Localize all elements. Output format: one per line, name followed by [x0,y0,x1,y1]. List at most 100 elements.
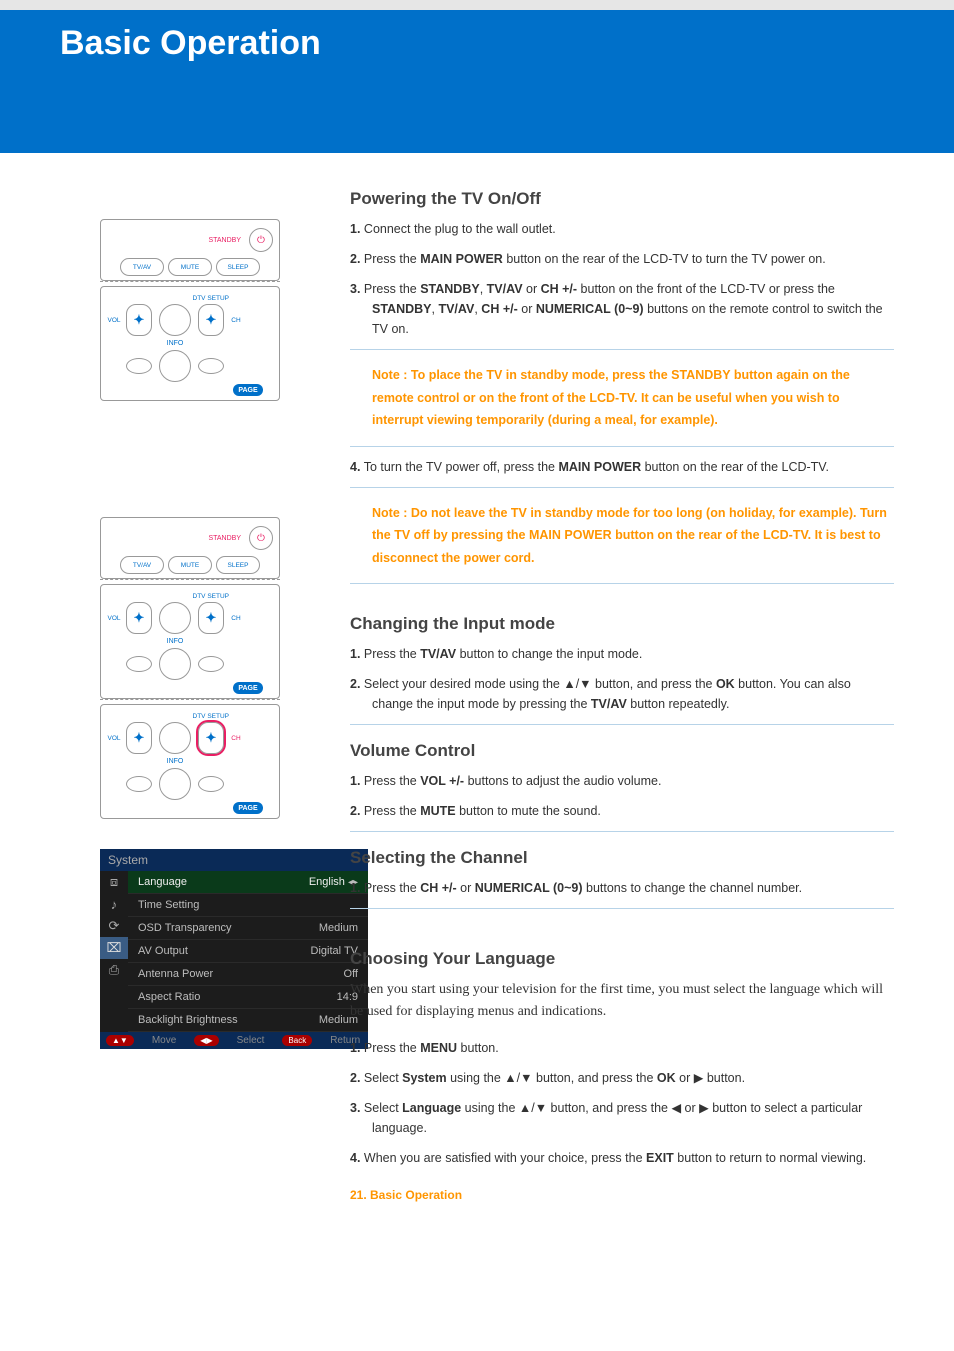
section-title-language: Choosing Your Language [350,949,894,969]
page-pill: PAGE [233,802,263,814]
dtv-setup-label: DTV SETUP [107,295,229,302]
power-icon: ⏻ [249,526,273,550]
divider [350,583,894,584]
volume-step-1: 1. Press the VOL +/- buttons to adjust t… [350,771,894,791]
sound-icon: ♪ [100,893,128,915]
power-note-1: Note : To place the TV in standby mode, … [350,356,894,440]
ch-label: CH [231,615,240,622]
osd-row: LanguageEnglish ◂▸ [128,871,368,894]
vol-label: VOL [107,615,120,622]
standby-label: STANDBY [107,535,245,542]
dpad-up [159,602,191,634]
section-title-volume: Volume Control [350,741,894,761]
dpad-down [159,768,191,800]
osd-row-label: Time Setting [138,899,199,911]
ch-label: CH [231,317,240,324]
right-column: Powering the TV On/Off 1. Connect the pl… [350,173,894,1232]
vol-rocker: ✦ [126,722,152,754]
osd-row-label: AV Output [138,945,188,957]
setup-icon: ⟳ [100,915,128,937]
section-title-channel: Selecting the Channel [350,848,894,868]
divider [350,446,894,447]
info-label: INFO [167,340,184,347]
ch-label: CH [231,735,240,742]
document-page: Basic Operation STANDBY ⏻ TV/AV MUTE SLE… [0,0,954,1262]
osd-row: Antenna PowerOff [128,963,368,986]
page-footer: 21. Basic Operation [350,1178,894,1232]
standby-label: STANDBY [107,237,245,244]
dash-separator [100,579,280,580]
osd-row: Backlight BrightnessMedium [128,1009,368,1032]
oval-right [198,656,224,672]
dtv-setup-label: DTV SETUP [107,713,229,720]
osd-row-label: Aspect Ratio [138,991,200,1003]
tvav-button: TV/AV [120,556,164,574]
osd-row-label: Antenna Power [138,968,213,980]
system-icon: ⌧ [100,937,128,959]
volume-step-2: 2. Press the MUTE button to mute the sou… [350,801,894,821]
vol-rocker: ✦ [126,602,152,634]
divider [350,487,894,488]
osd-row: Aspect Ratio14:9 [128,986,368,1009]
ch-rocker: ✦ [198,602,224,634]
ch-rocker: ✦ [198,304,224,336]
mute-button: MUTE [168,556,212,574]
power-step-4: 4. To turn the TV power off, press the M… [350,457,894,477]
osd-row-label: Language [138,876,187,888]
section-title-power: Powering the TV On/Off [350,189,894,209]
vol-label: VOL [107,735,120,742]
osd-system-menu: System ⧈ ♪ ⟳ ⌧ ⎙ LanguageEnglish ◂▸Time … [100,849,368,1049]
oval-left [126,358,152,374]
language-intro: When you start using your television for… [350,979,894,1024]
input-step-2: 2. Select your desired mode using the ▲/… [350,674,894,714]
oval-right [198,358,224,374]
power-step-3: 3. Press the STANDBY, TV/AV or CH +/- bu… [350,279,894,339]
divider [350,349,894,350]
language-step-1: 1. Press the MENU button. [350,1038,894,1058]
left-column: STANDBY ⏻ TV/AV MUTE SLEEP DTV SETUP VOL… [60,173,350,1232]
picture-icon: ⧈ [100,871,128,893]
power-icon: ⏻ [249,228,273,252]
page-title: Basic Operation [60,24,894,63]
remote-top-1: STANDBY ⏻ TV/AV MUTE SLEEP [100,219,280,281]
dpad-down [159,350,191,382]
move-label: Move [152,1035,176,1046]
dpad-up [159,722,191,754]
language-step-2: 2. Select System using the ▲/▼ button, a… [350,1068,894,1088]
power-step-1: 1. Connect the plug to the wall outlet. [350,219,894,239]
dpad-down [159,648,191,680]
sleep-button: SLEEP [216,258,260,276]
osd-header: System [100,849,368,871]
dash-separator [100,281,280,282]
select-label: Select [237,1035,265,1046]
remote-top-2: STANDBY ⏻ TV/AV MUTE SLEEP [100,517,280,579]
input-step-1: 1. Press the TV/AV button to change the … [350,644,894,664]
osd-row-label: OSD Transparency [138,922,232,934]
select-badge: ◀▶ [194,1035,218,1046]
back-badge: Back [282,1035,312,1046]
dtv-setup-label: DTV SETUP [107,593,229,600]
power-step-2: 2. Press the MAIN POWER button on the re… [350,249,894,269]
osd-row: Time Setting [128,894,368,917]
sleep-button: SLEEP [216,556,260,574]
move-badge: ▲▼ [106,1035,134,1046]
remote-dpad-1: DTV SETUP VOL ✦ ✦ CH INFO PAGE [100,286,280,401]
oval-right [198,776,224,792]
content-area: STANDBY ⏻ TV/AV MUTE SLEEP DTV SETUP VOL… [0,153,954,1262]
language-step-4: 4. When you are satisfied with your choi… [350,1148,894,1168]
language-step-3: 3. Select Language using the ▲/▼ button,… [350,1098,894,1138]
mute-button: MUTE [168,258,212,276]
power-note-2: Note : Do not leave the TV in standby mo… [350,494,894,578]
banner: Basic Operation [0,0,954,153]
osd-footer: ▲▼ Move ◀▶ Select Back Return [100,1032,368,1049]
oval-left [126,776,152,792]
osd-list: LanguageEnglish ◂▸ Time Setting OSD Transp… [128,871,368,1032]
osd-row-label: Backlight Brightness [138,1014,238,1026]
dpad-up [159,304,191,336]
section-title-input: Changing the Input mode [350,614,894,634]
vol-label: VOL [107,317,120,324]
info-label: INFO [167,638,184,645]
divider [350,724,894,725]
osd-row: OSD TransparencyMedium [128,917,368,940]
vol-rocker: ✦ [126,304,152,336]
